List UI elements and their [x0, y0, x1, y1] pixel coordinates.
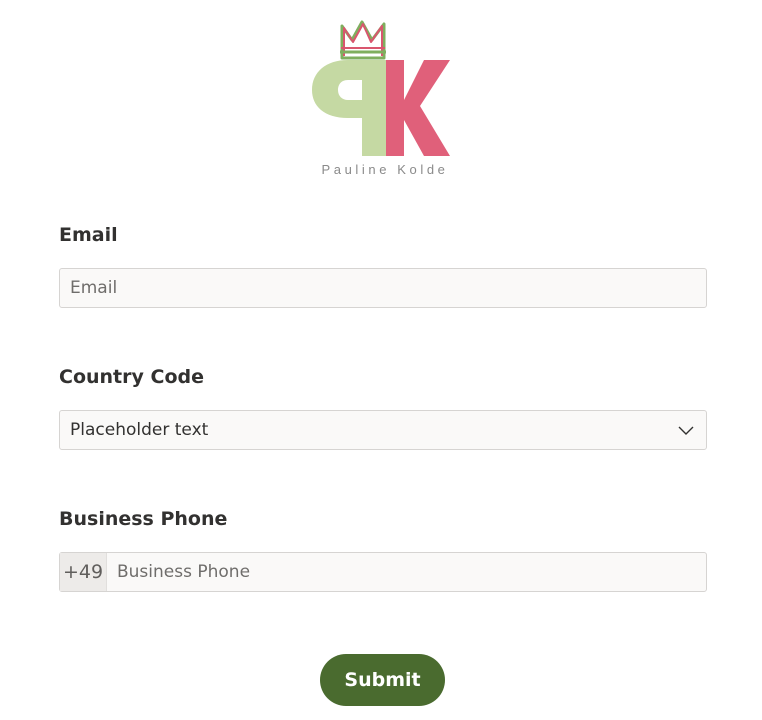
- business-phone-field-box: +49: [59, 552, 707, 592]
- crown-icon: [340, 20, 386, 60]
- phone-input-wrap: [107, 553, 697, 591]
- email-input[interactable]: [60, 269, 690, 307]
- letter-k-shape: [386, 60, 450, 156]
- email-label: Email: [59, 224, 118, 246]
- pk-logo-icon: [312, 20, 450, 156]
- submit-button[interactable]: Submit: [320, 654, 445, 706]
- country-code-select[interactable]: Placeholder text: [59, 410, 707, 450]
- logo-text: Pauline Kolde: [321, 162, 449, 177]
- brand-logo: Pauline Kolde: [300, 14, 470, 184]
- letter-p-shape: [312, 60, 386, 156]
- phone-country-prefix: +49: [60, 553, 107, 591]
- business-phone-label: Business Phone: [59, 508, 228, 530]
- chevron-down-icon: [678, 426, 694, 435]
- country-code-selected-value: Placeholder text: [70, 420, 209, 440]
- email-field-box: [59, 268, 707, 308]
- business-phone-input[interactable]: [107, 553, 697, 591]
- country-code-label: Country Code: [59, 366, 204, 388]
